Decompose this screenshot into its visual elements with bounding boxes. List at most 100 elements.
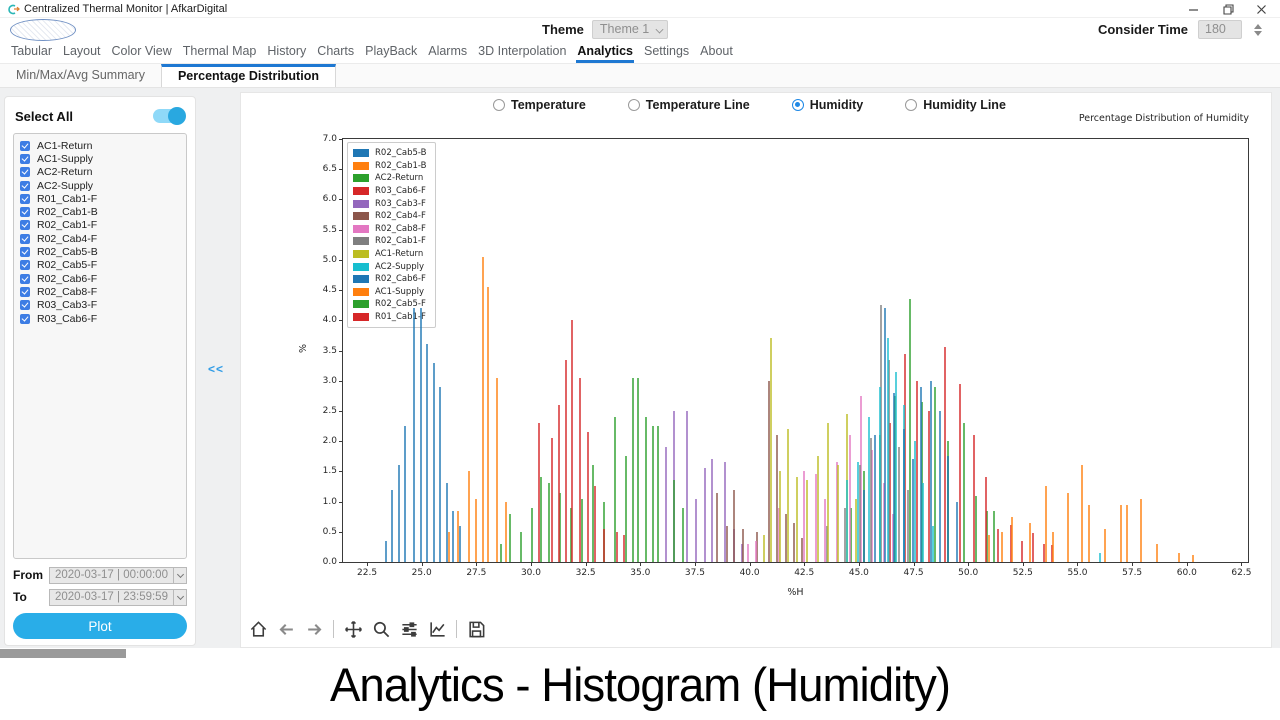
subplots-icon[interactable] bbox=[396, 617, 422, 641]
tab-history[interactable]: History bbox=[266, 42, 307, 63]
sensor-item-ac1-supply[interactable]: AC1-Supply bbox=[20, 152, 180, 165]
sensor-item-ac2-supply[interactable]: AC2-Supply bbox=[20, 179, 180, 192]
chevron-down-icon bbox=[656, 26, 664, 34]
tab-playback[interactable]: PlayBack bbox=[364, 42, 418, 63]
sensor-item-r03-cab6-f[interactable]: R03_Cab6-F bbox=[20, 312, 180, 325]
histogram-bar-r02-cab6-f bbox=[863, 490, 865, 563]
sensor-item-r02-cab5-b[interactable]: R02_Cab5-B bbox=[20, 245, 180, 258]
histogram-bar-r01-cab1-f bbox=[571, 320, 573, 562]
subtab-min-max-avg-summary[interactable]: Min/Max/Avg Summary bbox=[0, 64, 161, 87]
radio-temperature-line[interactable]: Temperature Line bbox=[628, 98, 750, 112]
tab-charts[interactable]: Charts bbox=[316, 42, 355, 63]
tab-3d-interpolation[interactable]: 3D Interpolation bbox=[477, 42, 567, 63]
sensor-item-ac2-return[interactable]: AC2-Return bbox=[20, 166, 180, 179]
legend-label: R02_Cab8-F bbox=[375, 224, 426, 234]
from-datetime-select[interactable]: 2020-03-17 | 00:00:00 bbox=[49, 567, 187, 584]
tab-thermal-map[interactable]: Thermal Map bbox=[182, 42, 258, 63]
save-icon[interactable] bbox=[463, 617, 489, 641]
sensor-item-r02-cab8-f[interactable]: R02_Cab8-F bbox=[20, 285, 180, 298]
legend-swatch-icon bbox=[353, 275, 369, 283]
histogram-bar-r02-cab8-f bbox=[755, 541, 757, 562]
home-icon[interactable] bbox=[245, 617, 271, 641]
checkbox-checked-icon[interactable] bbox=[20, 274, 30, 284]
close-icon[interactable] bbox=[1244, 0, 1278, 18]
sensor-item-r02-cab4-f[interactable]: R02_Cab4-F bbox=[20, 232, 180, 245]
histogram-bar-r02-cab5-b bbox=[433, 363, 435, 562]
spinner-arrows-icon[interactable] bbox=[1254, 24, 1262, 36]
checkbox-checked-icon[interactable] bbox=[20, 154, 30, 164]
histogram-bar-ac2-supply bbox=[895, 372, 897, 562]
checkbox-checked-icon[interactable] bbox=[20, 234, 30, 244]
collapse-sidebar-button[interactable]: << bbox=[208, 362, 224, 376]
histogram-bar-r02-cab5-f bbox=[682, 508, 684, 562]
checkbox-checked-icon[interactable] bbox=[20, 314, 30, 324]
to-datetime-select[interactable]: 2020-03-17 | 23:59:59 bbox=[49, 589, 187, 606]
customize-icon[interactable] bbox=[424, 617, 450, 641]
legend-label: R02_Cab6-F bbox=[375, 274, 426, 284]
radio-temperature[interactable]: Temperature bbox=[493, 98, 586, 112]
y-tick bbox=[339, 502, 343, 503]
checkbox-checked-icon[interactable] bbox=[20, 141, 30, 151]
histogram-bar-r02-cab8-f bbox=[803, 471, 805, 562]
back-icon[interactable] bbox=[273, 617, 299, 641]
histogram-bar-r02-cab5-f bbox=[581, 499, 583, 562]
histogram-bar-ac2-supply bbox=[1099, 553, 1101, 562]
legend-label: AC1-Supply bbox=[375, 287, 424, 297]
checkbox-checked-icon[interactable] bbox=[20, 207, 30, 217]
sensor-item-r02-cab5-f[interactable]: R02_Cab5-F bbox=[20, 259, 180, 272]
tab-tabular[interactable]: Tabular bbox=[10, 42, 53, 63]
sensor-item-r02-cab6-f[interactable]: R02_Cab6-F bbox=[20, 272, 180, 285]
tab-about[interactable]: About bbox=[699, 42, 734, 63]
sensor-item-r02-cab1-f[interactable]: R02_Cab1-F bbox=[20, 219, 180, 232]
chart-legend: R02_Cab5-BR02_Cab1-BAC2-ReturnR03_Cab6-F… bbox=[347, 142, 436, 328]
legend-label: AC1-Return bbox=[375, 249, 423, 259]
histogram-bar-r02-cab6-f bbox=[874, 435, 876, 562]
window-title: Centralized Thermal Monitor | AfkarDigit… bbox=[24, 3, 227, 15]
checkbox-checked-icon[interactable] bbox=[20, 287, 30, 297]
histogram-bar-ac1-return bbox=[796, 477, 798, 562]
histogram-bar-r02-cab5-f bbox=[625, 456, 627, 562]
toolbar-separator bbox=[456, 620, 457, 638]
sensor-item-r02-cab1-b[interactable]: R02_Cab1-B bbox=[20, 205, 180, 218]
theme-select[interactable]: Theme 1 bbox=[592, 20, 668, 39]
histogram-bar-r02-cab5-f bbox=[673, 480, 675, 562]
minimize-icon[interactable] bbox=[1176, 0, 1210, 18]
legend-item-ac1-return: AC1-Return bbox=[353, 248, 427, 261]
sensor-item-r01-cab1-f[interactable]: R01_Cab1-F bbox=[20, 192, 180, 205]
y-tick bbox=[339, 441, 343, 442]
y-tick bbox=[339, 532, 343, 533]
checkbox-checked-icon[interactable] bbox=[20, 247, 30, 257]
subtab-percentage-distribution[interactable]: Percentage Distribution bbox=[161, 64, 336, 87]
histogram-bar-r03-cab6-f bbox=[973, 435, 975, 562]
pan-icon[interactable] bbox=[340, 617, 366, 641]
select-all-toggle[interactable] bbox=[153, 109, 185, 123]
checkbox-checked-icon[interactable] bbox=[20, 181, 30, 191]
checkbox-checked-icon[interactable] bbox=[20, 260, 30, 270]
checkbox-checked-icon[interactable] bbox=[20, 300, 30, 310]
tab-layout[interactable]: Layout bbox=[62, 42, 102, 63]
zoom-icon[interactable] bbox=[368, 617, 394, 641]
tab-alarms[interactable]: Alarms bbox=[427, 42, 468, 63]
checkbox-checked-icon[interactable] bbox=[20, 194, 30, 204]
sensor-item-r03-cab3-f[interactable]: R03_Cab3-F bbox=[20, 299, 180, 312]
histogram-bar-ac1-supply bbox=[1045, 486, 1047, 562]
checkbox-checked-icon[interactable] bbox=[20, 167, 30, 177]
maximize-icon[interactable] bbox=[1211, 0, 1245, 18]
consider-time-spinner[interactable]: 180 bbox=[1198, 20, 1242, 39]
histogram-bar-r03-cab3-f bbox=[665, 447, 667, 562]
checkbox-checked-icon[interactable] bbox=[20, 220, 30, 230]
tab-analytics[interactable]: Analytics bbox=[576, 42, 634, 63]
y-tick-label: 4.5 bbox=[303, 285, 337, 295]
tab-color-view[interactable]: Color View bbox=[111, 42, 173, 63]
legend-swatch-icon bbox=[353, 263, 369, 271]
plot-button[interactable]: Plot bbox=[13, 613, 187, 639]
histogram-bar-r01-cab1-f bbox=[587, 432, 589, 562]
tab-settings[interactable]: Settings bbox=[643, 42, 690, 63]
forward-icon[interactable] bbox=[301, 617, 327, 641]
header-bar: Theme Theme 1 Consider Time 180 bbox=[0, 18, 1280, 42]
sub-tabs: Min/Max/Avg SummaryPercentage Distributi… bbox=[0, 64, 1280, 88]
radio-humidity-line[interactable]: Humidity Line bbox=[905, 98, 1006, 112]
radio-humidity[interactable]: Humidity bbox=[792, 98, 863, 112]
sensor-item-ac1-return[interactable]: AC1-Return bbox=[20, 139, 180, 152]
legend-item-r01-cab1-f: R01_Cab1-F bbox=[353, 311, 427, 324]
